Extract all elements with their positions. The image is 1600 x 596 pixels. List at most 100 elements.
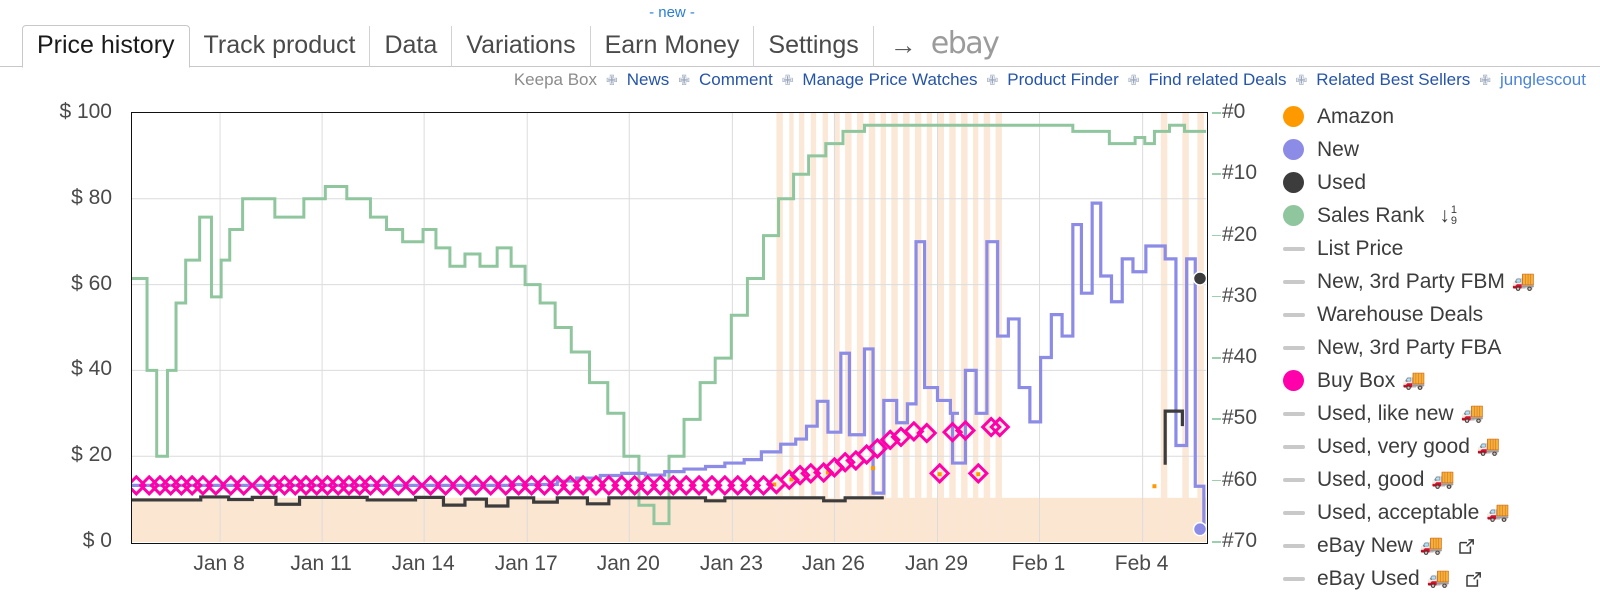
legend-dash-icon	[1283, 312, 1317, 317]
link-manage-price-watches[interactable]: Manage Price Watches	[802, 70, 977, 90]
legend-item-used[interactable]: Used	[1283, 166, 1600, 199]
shipping-truck-icon: 🚚	[1476, 436, 1501, 457]
keepa-box-label: Keepa Box	[513, 70, 598, 89]
external-link-icon[interactable]	[1465, 570, 1482, 587]
x-tick-label: Jan 29	[904, 552, 969, 575]
legend-dash-icon	[1283, 345, 1317, 350]
rank-scale-icon[interactable]: ↓ 1 9	[1439, 204, 1457, 228]
out-of-stock-band	[1197, 113, 1204, 542]
tab-label: Data	[384, 31, 438, 59]
legend-item-amazon[interactable]: Amazon	[1283, 100, 1600, 133]
tab-variations[interactable]: Variations	[452, 26, 591, 67]
x-tick-label: Feb 1	[1011, 552, 1066, 575]
tab-settings[interactable]: Settings	[754, 26, 874, 67]
legend-dash-icon	[1283, 543, 1317, 548]
legend-dash-icon	[1283, 444, 1317, 449]
keepa-price-history-page: Price history Track product Data Variations…	[0, 0, 1600, 596]
tab-label: Price history	[37, 31, 175, 59]
legend-item-warehouse-deals[interactable]: Warehouse Deals	[1283, 298, 1600, 331]
legend-item-new-3rd-party-fbm[interactable]: New, 3rd Party FBM 🚚	[1283, 265, 1600, 298]
legend-item-ebay-new[interactable]: eBay New 🚚	[1283, 529, 1600, 562]
tab-label: Earn Money	[604, 31, 740, 59]
y2-tick-label: #40	[1212, 345, 1257, 369]
y-tick-label: $ 0	[82, 529, 112, 552]
legend-label: eBay New	[1317, 533, 1413, 557]
link-find-related-deals[interactable]: Find related Deals	[1149, 70, 1287, 90]
link-related-best-sellers[interactable]: Related Best Sellers	[1316, 70, 1470, 90]
x-tick-label: Jan 8	[193, 552, 245, 575]
legend-label: Sales Rank	[1317, 203, 1425, 227]
legend-item-sales-rank[interactable]: Sales Rank ↓ 1 9	[1283, 199, 1600, 232]
link-product-finder[interactable]: Product Finder	[1007, 70, 1119, 90]
legend-dot-icon	[1283, 370, 1317, 391]
ebay-logo-tab[interactable]: ebay	[927, 25, 1013, 67]
legend-item-used-very-good[interactable]: Used, very good 🚚	[1283, 430, 1600, 463]
tab-data[interactable]: Data	[370, 26, 453, 67]
legend-item-used-good[interactable]: Used, good 🚚	[1283, 463, 1600, 496]
out-of-stock-band	[1160, 113, 1168, 542]
x-tick-label: Jan 26	[801, 552, 865, 575]
tab-bar: Price history Track product Data Variations…	[0, 0, 1600, 68]
legend-label: Used, very good	[1317, 434, 1470, 458]
tab-track-product[interactable]: Track product	[190, 26, 371, 67]
tab-price-history[interactable]: Price history	[22, 25, 190, 68]
x-tick-label: Jan 11	[290, 552, 352, 575]
legend-item-buy-box[interactable]: Buy Box 🚚	[1283, 364, 1600, 397]
amazon-price-point	[937, 472, 942, 477]
chart-plot-area[interactable]	[131, 112, 1208, 544]
x-axis-date-labels: Jan 8 Jan 11 Jan 14 Jan 17 Jan 20 Jan 23 Jan 2…	[131, 548, 1208, 588]
legend-label: Used, good	[1317, 467, 1425, 491]
legend-item-ebay-used[interactable]: eBay Used 🚚	[1283, 562, 1600, 595]
separator-icon: ✙	[1295, 71, 1308, 88]
new-badge: - new -	[649, 4, 695, 21]
amazon-price-point	[871, 466, 876, 471]
y-tick-label: $ 20	[71, 443, 112, 467]
legend-dash-icon	[1283, 279, 1317, 284]
x-tick-label: Jan 17	[494, 552, 558, 575]
legend-item-used-like-new[interactable]: Used, like new 🚚	[1283, 397, 1600, 430]
link-junglescout[interactable]: junglescout	[1500, 70, 1586, 90]
separator-icon: ✙	[781, 71, 794, 88]
y-tick-label: $ 80	[71, 185, 112, 209]
legend-label: New, 3rd Party FBA	[1317, 335, 1502, 359]
legend-dash-icon	[1283, 576, 1317, 581]
series-line-sales-rank	[132, 123, 1206, 526]
legend-label: New	[1317, 137, 1360, 161]
shipping-truck-icon: 🚚	[1426, 568, 1451, 589]
legend-item-used-acceptable[interactable]: Used, acceptable 🚚	[1283, 496, 1600, 529]
y2-tick-label: #70	[1212, 529, 1257, 553]
y-tick-label: $ 40	[71, 357, 112, 381]
legend-dot-icon	[1283, 205, 1317, 226]
out-of-stock-band	[845, 113, 852, 542]
price-history-svg	[132, 113, 1207, 542]
legend-item-new-3rd-party-fba[interactable]: New, 3rd Party FBA	[1283, 331, 1600, 364]
legend-item-new[interactable]: New	[1283, 133, 1600, 166]
legend-label: Buy Box	[1317, 368, 1396, 392]
external-link-icon[interactable]	[1458, 537, 1475, 554]
out-of-stock-band	[834, 113, 840, 542]
tab-earn-money[interactable]: - new - Earn Money	[591, 5, 755, 67]
x-tick-label: Jan 14	[391, 552, 455, 575]
y-tick-label: $ 60	[71, 271, 112, 295]
link-news[interactable]: News	[627, 70, 670, 90]
keepa-box-link-strip: Keepa Box ✙ News ✙ Comment ✙ Manage Price Watc…	[0, 67, 1600, 93]
y-axis-price-labels: $ 100 $ 80 $ 60 $ 40 $ 20 $ 0	[20, 96, 120, 552]
shipping-truck-icon: 🚚	[1431, 469, 1456, 490]
series-line-used-recent-	[1163, 409, 1184, 465]
shipping-truck-icon: 🚚	[1460, 403, 1485, 424]
shipping-truck-icon: 🚚	[1511, 271, 1536, 292]
shipping-truck-icon: 🚚	[1419, 535, 1444, 556]
arrow-right-icon: →	[889, 30, 917, 60]
y2-tick-label: #30	[1212, 284, 1257, 308]
endpoint-marker-used	[1192, 271, 1207, 286]
amazon-price-point	[976, 472, 981, 477]
x-tick-label: Jan 20	[596, 552, 660, 575]
tab-label: Variations	[466, 31, 576, 59]
legend-label: Used	[1317, 170, 1367, 194]
legend-label: Amazon	[1317, 104, 1395, 128]
link-comment[interactable]: Comment	[699, 70, 773, 90]
legend-label: List Price	[1317, 236, 1404, 260]
y2-tick-label: #0	[1212, 100, 1245, 124]
legend-dot-icon	[1283, 172, 1317, 193]
legend-item-list-price[interactable]: List Price	[1283, 232, 1600, 265]
